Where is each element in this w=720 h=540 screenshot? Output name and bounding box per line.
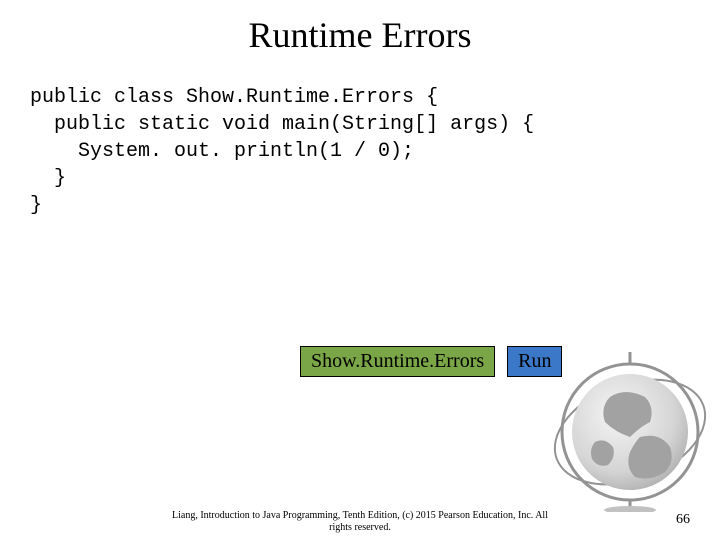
code-line: public static void main(String[] args) { [30,113,534,136]
button-row: Show.Runtime.Errors Run [300,346,562,377]
code-line: System. out. println(1 / 0); [30,140,414,163]
show-runtime-errors-button[interactable]: Show.Runtime.Errors [300,346,495,377]
slide-title: Runtime Errors [0,0,720,66]
page-number: 66 [676,512,690,528]
code-line: } [30,194,42,217]
footer-copyright: Liang, Introduction to Java Programming,… [0,510,720,534]
globe-icon [540,342,710,512]
code-block: public class Show.Runtime.Errors { publi… [0,66,720,219]
code-line: public class Show.Runtime.Errors { [30,86,438,109]
footer-line: rights reserved. [329,522,391,533]
footer-line: Liang, Introduction to Java Programming,… [172,510,548,521]
code-line: } [30,167,66,190]
